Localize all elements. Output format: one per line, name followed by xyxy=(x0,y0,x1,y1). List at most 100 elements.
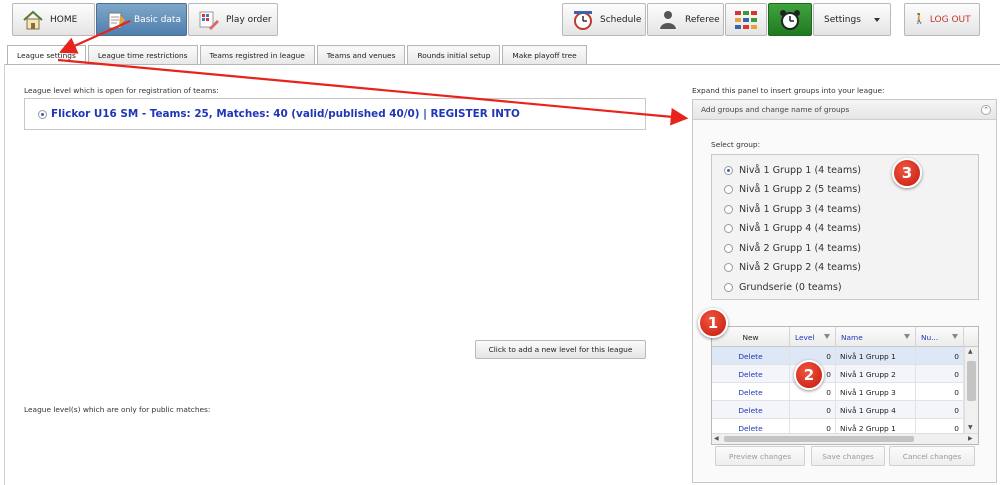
delete-link[interactable]: Delete xyxy=(712,401,790,419)
tab-rounds-initial-setup[interactable]: Rounds initial setup xyxy=(407,45,501,64)
color-grid-button[interactable] xyxy=(725,3,767,36)
tab-teams-registred[interactable]: Teams registred in league xyxy=(199,45,315,64)
basic-data-label: Basic data xyxy=(134,14,181,25)
public-levels-label: League level(s) which are only for publi… xyxy=(24,405,211,414)
delete-link[interactable]: Delete xyxy=(712,365,790,383)
tab-teams-and-venues[interactable]: Teams and venues xyxy=(316,45,406,64)
column-name-label: Name xyxy=(841,332,863,342)
play-order-button[interactable]: Play order xyxy=(188,3,278,36)
horizontal-scrollbar[interactable]: ◀ ▶ xyxy=(712,433,978,444)
scroll-down-icon[interactable]: ▼ xyxy=(968,424,973,431)
alarm-clock-button[interactable] xyxy=(768,3,812,36)
vertical-scroll-thumb[interactable] xyxy=(967,361,976,401)
play-order-icon xyxy=(198,9,220,31)
select-group-label: Select group: xyxy=(711,140,761,149)
tab-make-playoff-tree[interactable]: Make playoff tree xyxy=(502,45,587,64)
groups-panel-header[interactable]: Add groups and change name of groups ⌃ xyxy=(693,100,996,120)
radio-icon xyxy=(724,165,733,175)
groups-panel: Add groups and change name of groups ⌃ S… xyxy=(692,99,997,483)
league-level-link[interactable]: Flickor U16 SM - Teams: 25, Matches: 40 … xyxy=(51,108,520,120)
scroll-right-icon[interactable]: ▶ xyxy=(968,435,973,442)
group-option[interactable]: Nivå 2 Grupp 1 (4 teams) xyxy=(724,240,861,256)
group-option[interactable]: Nivå 1 Grupp 2 (5 teams) xyxy=(724,182,861,198)
group-option-label: Grundserie (0 teams) xyxy=(739,281,842,293)
play-order-label: Play order xyxy=(226,14,272,25)
basic-data-icon xyxy=(106,9,128,31)
logout-label: LOG OUT xyxy=(929,14,971,25)
save-changes-button[interactable]: Save changes xyxy=(811,446,885,466)
group-option-label: Nivå 1 Grupp 3 (4 teams) xyxy=(739,203,861,215)
group-option[interactable]: Nivå 1 Grupp 4 (4 teams) xyxy=(724,221,861,237)
annotation-badge-2: 2 xyxy=(794,360,824,390)
home-button[interactable]: HOME xyxy=(12,3,95,36)
tab-league-settings[interactable]: League settings xyxy=(7,45,86,65)
group-option-label: Nivå 1 Grupp 1 (4 teams) xyxy=(739,164,861,176)
name-cell: Nivå 1 Grupp 3 xyxy=(836,383,916,401)
group-option-label: Nivå 2 Grupp 2 (4 teams) xyxy=(739,262,861,273)
walking-person-icon: 🚶 xyxy=(913,14,926,25)
table-row[interactable]: Delete 0 Nivå 1 Grupp 3 0 xyxy=(712,383,964,401)
group-option[interactable]: Nivå 1 Grupp 1 (4 teams) xyxy=(724,162,861,178)
home-label: HOME xyxy=(50,14,78,25)
group-option[interactable]: Grundserie (0 teams) xyxy=(724,279,842,295)
radio-icon xyxy=(724,243,733,253)
column-level[interactable]: Level xyxy=(790,327,836,347)
radio-icon xyxy=(724,263,733,272)
color-grid-icon xyxy=(735,10,757,29)
column-number[interactable]: Nu... xyxy=(916,327,964,347)
delete-link[interactable]: Delete xyxy=(712,383,790,401)
level-cell: 0 xyxy=(790,401,836,419)
expand-panel-label: Expand this panel to insert groups into … xyxy=(692,86,885,95)
filter-icon[interactable] xyxy=(952,334,958,339)
column-name[interactable]: Name xyxy=(836,327,916,347)
grid-header: New Level Name Nu... xyxy=(712,327,978,347)
table-row[interactable]: Delete 0 Nivå 1 Grupp 4 0 xyxy=(712,401,964,419)
collapse-icon[interactable]: ⌃ xyxy=(981,105,991,115)
settings-label: Settings xyxy=(824,14,861,25)
annotation-badge-3: 3 xyxy=(892,158,922,188)
cancel-changes-button[interactable]: Cancel changes xyxy=(889,446,975,466)
scroll-up-icon[interactable]: ▲ xyxy=(968,348,973,355)
name-cell: Nivå 1 Grupp 2 xyxy=(836,365,916,383)
group-option[interactable]: Nivå 2 Grupp 2 (4 teams) xyxy=(724,260,861,276)
group-option-label: Nivå 2 Grupp 1 (4 teams) xyxy=(739,242,861,254)
schedule-clock-icon xyxy=(572,9,594,31)
referee-icon xyxy=(657,9,679,31)
referee-button[interactable]: Referee xyxy=(647,3,724,36)
groups-grid: New Level Name Nu... Delete 0 Nivå 1 Gru… xyxy=(711,326,979,445)
delete-link[interactable]: Delete xyxy=(712,347,790,365)
table-row[interactable]: Delete 0 Nivå 1 Grupp 1 0 xyxy=(712,347,964,365)
vertical-scrollbar[interactable]: ▲ ▼ xyxy=(964,347,978,435)
home-icon xyxy=(22,9,44,31)
level-radio[interactable] xyxy=(38,109,47,119)
name-cell: Nivå 1 Grupp 4 xyxy=(836,401,916,419)
logout-button[interactable]: 🚶 LOG OUT xyxy=(904,3,980,36)
group-option-label: Nivå 1 Grupp 2 (5 teams) xyxy=(739,184,861,195)
table-row[interactable]: Delete 0 Nivå 1 Grupp 2 0 xyxy=(712,365,964,383)
add-level-button[interactable]: Click to add a new level for this league xyxy=(475,340,646,359)
number-cell: 0 xyxy=(916,347,964,365)
scroll-left-icon[interactable]: ◀ xyxy=(714,435,719,442)
name-cell: Nivå 1 Grupp 1 xyxy=(836,347,916,365)
chevron-down-icon xyxy=(874,18,880,22)
column-level-label: Level xyxy=(795,332,815,342)
number-cell: 0 xyxy=(916,365,964,383)
group-option-label: Nivå 1 Grupp 4 (4 teams) xyxy=(739,223,861,234)
settings-dropdown[interactable]: Settings xyxy=(813,3,891,36)
open-levels-label: League level which is open for registrat… xyxy=(24,86,219,95)
annotation-badge-1: 1 xyxy=(698,308,728,338)
column-new-label: New xyxy=(742,332,759,342)
referee-label: Referee xyxy=(685,14,720,25)
radio-icon xyxy=(724,185,733,194)
filter-icon[interactable] xyxy=(904,334,910,339)
tab-divider xyxy=(4,64,1000,65)
preview-changes-button[interactable]: Preview changes xyxy=(715,446,805,466)
schedule-button[interactable]: Schedule xyxy=(562,3,646,36)
alarm-clock-icon xyxy=(778,8,802,32)
tab-league-time-restrictions[interactable]: League time restrictions xyxy=(87,45,198,64)
basic-data-button[interactable]: Basic data xyxy=(96,3,187,36)
group-option[interactable]: Nivå 1 Grupp 3 (4 teams) xyxy=(724,201,861,217)
filter-icon[interactable] xyxy=(824,334,830,339)
horizontal-scroll-thumb[interactable] xyxy=(724,436,914,442)
number-cell: 0 xyxy=(916,401,964,419)
